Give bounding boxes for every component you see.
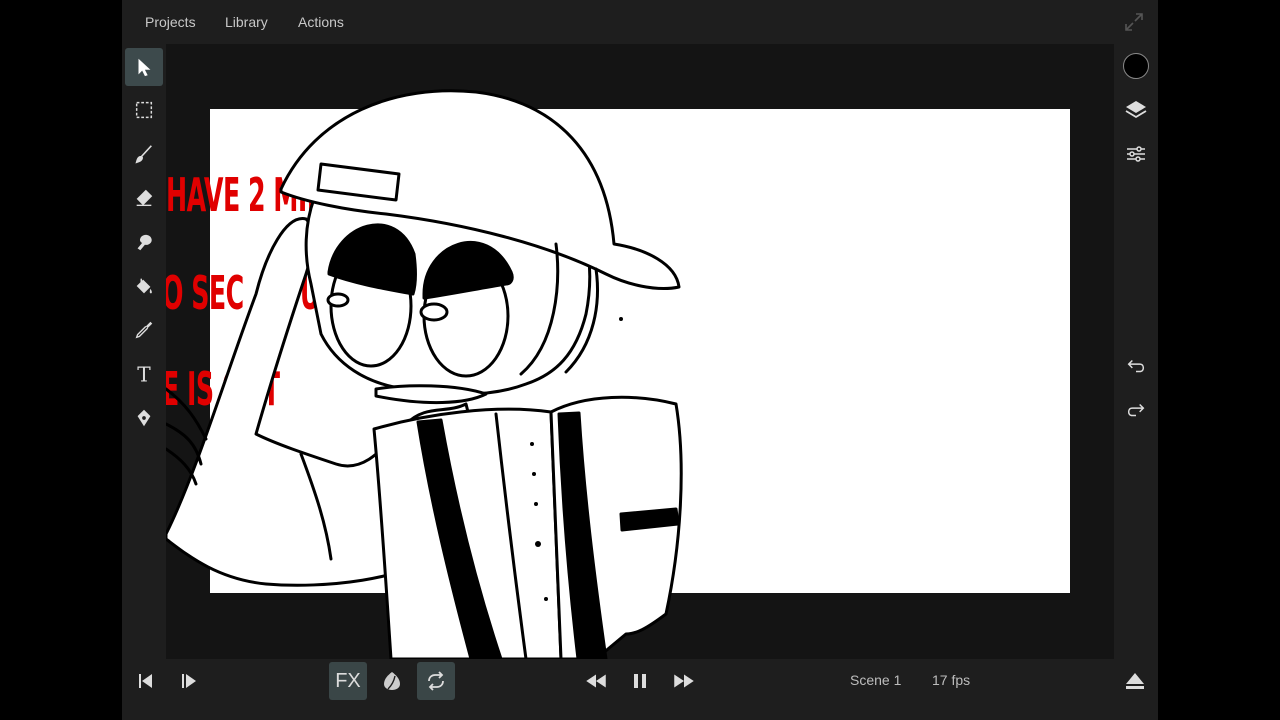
svg-text:T: T [137,363,151,385]
brush-icon[interactable] [125,135,163,173]
workspace: HAVE 2 MINU O SEC S U E IS OUT [166,44,1114,659]
pause-icon[interactable] [621,662,659,700]
expand-icon[interactable] [1122,10,1146,34]
fast-forward-icon[interactable] [665,662,703,700]
pen-tool-icon[interactable] [125,399,163,437]
fill-bucket-icon[interactable] [125,267,163,305]
onion-skin-icon[interactable] [373,662,411,700]
left-toolbar: T [122,44,166,659]
smudge-icon[interactable] [125,223,163,261]
redo-icon[interactable] [1122,396,1150,424]
fps-label[interactable]: 17 fps [932,672,970,688]
text-icon[interactable]: T [125,355,163,393]
rewind-icon[interactable] [577,662,615,700]
bottom-toolbar: FX Scene 1 17 fps [122,659,1158,720]
adjustments-icon[interactable] [1122,140,1150,168]
layers-icon[interactable] [1122,96,1150,124]
color-swatch-icon[interactable] [1122,52,1150,80]
fx-button[interactable]: FX [329,662,367,700]
select-arrow-icon[interactable] [125,48,163,86]
fx-label: FX [335,669,361,692]
eraser-icon[interactable] [125,179,163,217]
scene-label[interactable]: Scene 1 [850,672,901,688]
character-drawing [166,89,683,659]
eyedropper-icon[interactable] [125,311,163,349]
previous-frame-icon[interactable] [128,662,166,700]
loop-icon[interactable] [417,662,455,700]
animation-app: Projects Library Actions HAVE 2 MINU O S… [122,0,1158,720]
next-frame-icon[interactable] [170,662,208,700]
eject-icon[interactable] [1116,662,1154,700]
menu-library[interactable]: Library [225,14,268,30]
undo-icon[interactable] [1122,352,1150,380]
menu-projects[interactable]: Projects [145,14,196,30]
right-toolbar [1114,44,1158,659]
top-menu-bar: Projects Library Actions [122,0,1158,44]
lasso-selection-icon[interactable] [125,91,163,129]
menu-actions[interactable]: Actions [298,14,344,30]
